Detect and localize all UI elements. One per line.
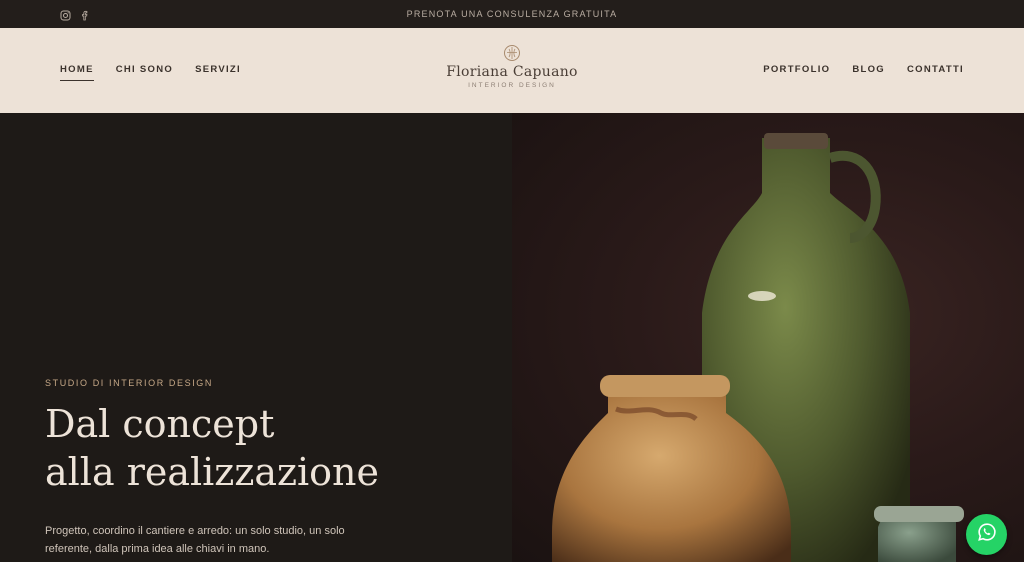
site-logo[interactable]: Floriana Capuano INTERIOR DESIGN	[412, 44, 612, 89]
nav-left: HOME CHI SONO SERVIZI	[60, 64, 241, 81]
hero-headline-line2: alla realizzazione	[45, 450, 380, 494]
consultation-link[interactable]: PRENOTA UNA CONSULENZA GRATUITA	[0, 9, 1024, 19]
nav-right: PORTFOLIO BLOG CONTATTI	[763, 64, 964, 75]
nav-chi-sono[interactable]: CHI SONO	[116, 64, 173, 75]
hero-headline: Dal concept alla realizzazione	[45, 400, 485, 496]
site-header: HOME CHI SONO SERVIZI Floriana Capuano I…	[0, 28, 1024, 113]
top-bar: PRENOTA UNA CONSULENZA GRATUITA	[0, 0, 1024, 28]
hero-eyebrow: STUDIO DI INTERIOR DESIGN	[45, 378, 214, 388]
hero-lead: Progetto, coordino il cantiere e arredo:…	[45, 525, 345, 555]
hero-headline-line1: Dal concept	[45, 402, 275, 446]
logo-mark-icon	[503, 44, 521, 62]
whatsapp-icon	[977, 522, 997, 547]
nav-portfolio[interactable]: PORTFOLIO	[763, 64, 830, 75]
logo-tagline: INTERIOR DESIGN	[468, 82, 556, 89]
nav-blog[interactable]: BLOG	[852, 64, 885, 75]
nav-contatti[interactable]: CONTATTI	[907, 64, 964, 75]
ceramic-vases-photo	[512, 113, 1024, 562]
logo-name: Floriana Capuano	[446, 64, 578, 80]
nav-servizi[interactable]: SERVIZI	[195, 64, 241, 75]
nav-home[interactable]: HOME	[60, 64, 94, 81]
whatsapp-button[interactable]	[966, 514, 1007, 555]
